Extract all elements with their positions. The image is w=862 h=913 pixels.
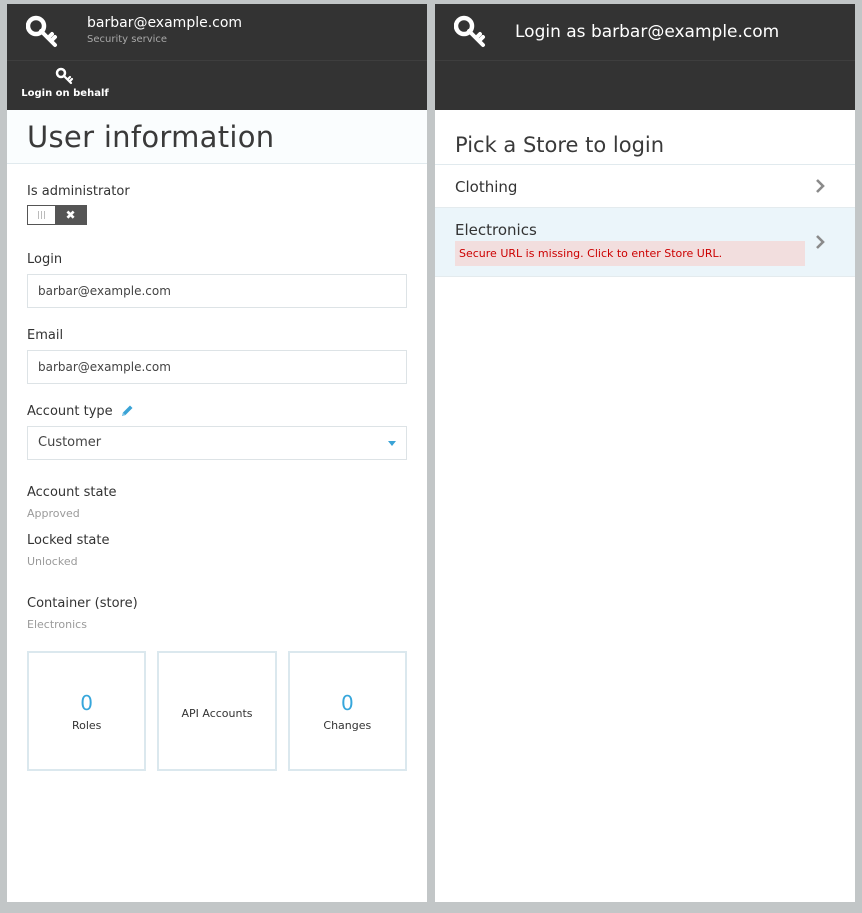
key-icon (454, 15, 485, 47)
chevron-right-icon (816, 179, 825, 193)
widget-tiles: 0 Roles API Accounts 0 Changes (27, 651, 407, 771)
blade-header: Login as barbar@example.com (435, 4, 855, 60)
container-label: Container (store) (27, 595, 138, 611)
store-item-electronics[interactable]: Electronics Secure URL is missing. Click… (435, 208, 855, 277)
secure-url-missing-error[interactable]: Secure URL is missing. Click to enter St… (455, 241, 805, 266)
account-state-value: Approved (27, 507, 80, 520)
toggle-knob (28, 206, 55, 224)
store-name: Electronics (455, 221, 537, 239)
is-admin-toggle[interactable]: ✖ (27, 205, 87, 225)
container-value: Electronics (27, 618, 87, 631)
store-name: Clothing (455, 178, 518, 196)
key-icon (55, 67, 74, 85)
changes-count: 0 (340, 690, 354, 715)
roles-label: Roles (71, 718, 102, 732)
blade-toolbar (435, 60, 855, 110)
chevron-down-icon (388, 441, 396, 446)
blade-toolbar: Login on behalf (7, 60, 427, 110)
toolbar-button-label: Login on behalf (21, 88, 109, 99)
is-admin-label: Is administrator (27, 183, 130, 199)
account-type-value: Customer (38, 435, 102, 450)
store-list: Clothing Electronics Secure URL is missi… (435, 165, 855, 277)
locked-state-label: Locked state (27, 532, 110, 548)
blade-subtitle: Security service (87, 34, 168, 45)
blade-title: barbar@example.com (87, 15, 243, 31)
page-title: User information (7, 110, 427, 164)
login-on-behalf-button[interactable]: Login on behalf (19, 65, 111, 107)
locked-state-value: Unlocked (27, 555, 78, 568)
pencil-icon[interactable] (120, 404, 134, 418)
login-label: Login (27, 251, 63, 267)
account-type-label-text: Account type (27, 403, 113, 419)
blade-header: barbar@example.com Security service (7, 4, 427, 60)
account-type-label: Account type (27, 403, 407, 419)
account-state-label: Account state (27, 484, 117, 500)
changes-tile[interactable]: 0 Changes (287, 651, 407, 771)
roles-count: 0 (80, 690, 94, 715)
login-as-blade: Login as barbar@example.com Pick a Store… (435, 4, 855, 902)
email-input[interactable]: barbar@example.com (27, 350, 407, 384)
blade-title: Login as barbar@example.com (515, 22, 780, 42)
api-accounts-label: API Accounts (181, 706, 253, 720)
login-input[interactable]: barbar@example.com (27, 274, 407, 308)
api-accounts-tile[interactable]: API Accounts (157, 651, 277, 771)
close-icon: ✖ (55, 206, 86, 224)
page-title: Pick a Store to login (435, 110, 855, 165)
key-icon (26, 15, 57, 47)
roles-tile[interactable]: 0 Roles (27, 651, 147, 771)
user-form: Is administrator ✖ Login barbar@example.… (7, 183, 427, 771)
email-label: Email (27, 327, 64, 343)
store-item-clothing[interactable]: Clothing (435, 165, 855, 208)
account-type-select[interactable]: Customer (27, 426, 407, 460)
user-information-blade: barbar@example.com Security service Logi… (7, 4, 427, 902)
chevron-right-icon (816, 235, 825, 249)
changes-label: Changes (323, 718, 372, 732)
